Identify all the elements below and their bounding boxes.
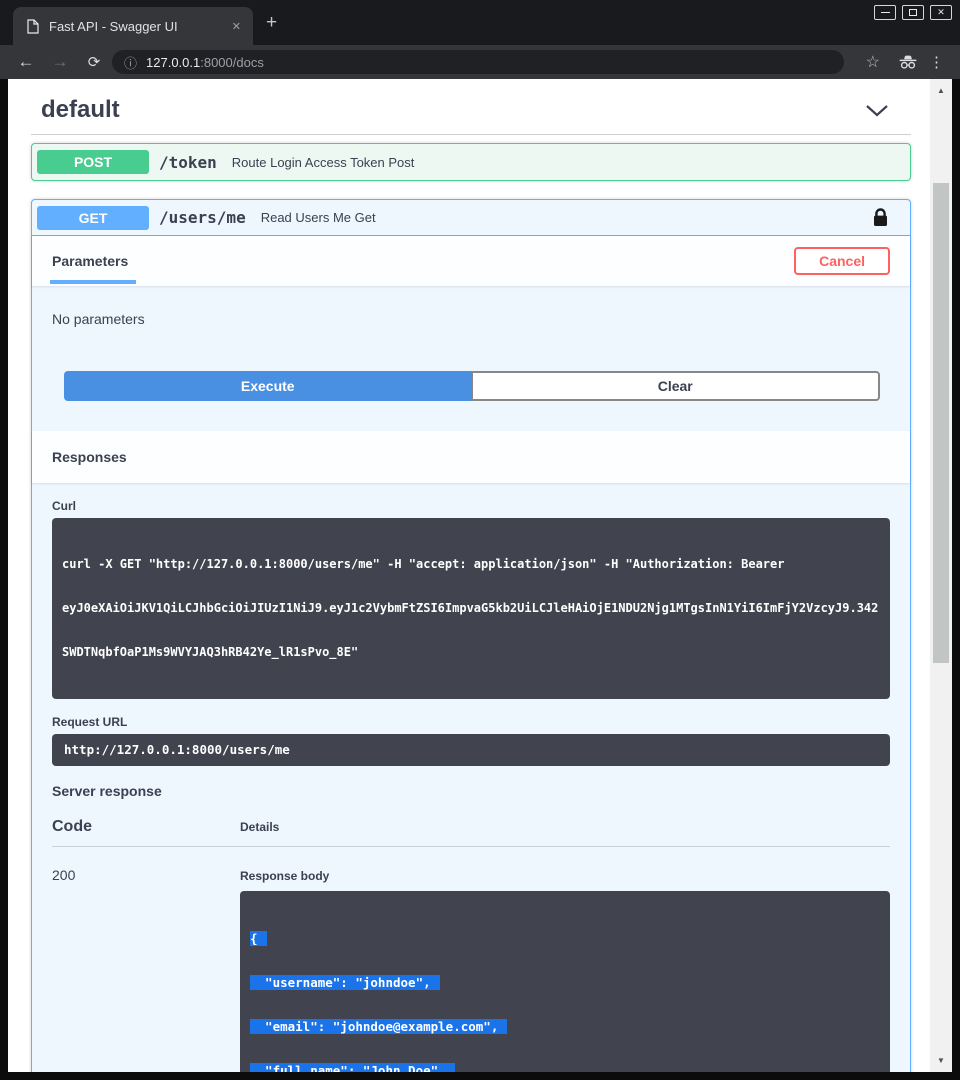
- clear-button[interactable]: Clear: [472, 371, 881, 401]
- incognito-icon: [898, 45, 918, 79]
- site-info-icon[interactable]: ⓘ: [124, 53, 137, 72]
- response-details: Response body { "username": "johndoe", "…: [240, 865, 890, 1072]
- responses-body: Curl curl -X GET "http://127.0.0.1:8000/…: [32, 483, 910, 1072]
- method-badge-post: POST: [37, 150, 149, 174]
- window-controls: ✕: [874, 5, 952, 20]
- chevron-down-icon[interactable]: [865, 104, 889, 117]
- curl-line: curl -X GET "http://127.0.0.1:8000/users…: [62, 557, 880, 572]
- details-column-header: Details: [240, 820, 279, 834]
- opblock-get-users-me: GET /users/me Read Users Me Get Paramete…: [31, 199, 911, 1072]
- request-url-label: Request URL: [52, 715, 890, 729]
- swagger-page: default POST /token Route Login Access T…: [8, 79, 930, 1072]
- page-scrollbar[interactable]: ▲ ▼: [930, 79, 952, 1072]
- section-divider: [31, 134, 911, 135]
- close-icon: ✕: [937, 7, 945, 18]
- live-response-table-header: Code Details: [52, 799, 890, 847]
- request-url-value: http://127.0.0.1:8000/users/me: [52, 734, 890, 767]
- minimize-icon: [881, 12, 890, 13]
- curl-command[interactable]: curl -X GET "http://127.0.0.1:8000/users…: [52, 518, 890, 699]
- endpoint-summary: Read Users Me Get: [261, 210, 376, 225]
- endpoint-summary: Route Login Access Token Post: [232, 155, 415, 170]
- url-path: :8000/docs: [200, 55, 264, 70]
- url-bar[interactable]: ⓘ 127.0.0.1:8000/docs: [112, 50, 844, 74]
- response-body-line: {: [250, 932, 880, 947]
- scroll-down-icon[interactable]: ▼: [930, 1054, 952, 1068]
- tab-title: Fast API - Swagger UI: [49, 19, 228, 34]
- no-parameters-text: No parameters: [32, 286, 910, 327]
- curl-line: eyJ0eXAiOiJKV1QiLCJhbGciOiJIUzI1NiJ9.eyJ…: [62, 601, 880, 616]
- bookmark-star-icon[interactable]: ☆: [866, 45, 880, 79]
- responses-section-header: Responses: [32, 431, 910, 483]
- browser-tab[interactable]: Fast API - Swagger UI ✕: [13, 7, 253, 45]
- tab-parameters[interactable]: Parameters: [52, 253, 128, 269]
- response-body-label: Response body: [240, 869, 890, 883]
- forward-button[interactable]: →: [48, 45, 72, 79]
- code-column-header: Code: [52, 818, 240, 836]
- endpoint-path: /users/me: [159, 208, 246, 227]
- maximize-icon: [909, 9, 917, 16]
- response-body-line: "username": "johndoe",: [250, 976, 880, 991]
- parameters-section-header: Parameters Cancel: [32, 236, 910, 286]
- method-badge-get: GET: [37, 206, 149, 230]
- status-code: 200: [52, 865, 240, 1072]
- auth-lock-button[interactable]: [873, 208, 888, 227]
- response-body[interactable]: { "username": "johndoe", "email": "johnd…: [240, 891, 890, 1072]
- response-body-line: "email": "johndoe@example.com",: [250, 1020, 880, 1035]
- lock-icon: [873, 208, 888, 227]
- close-button[interactable]: ✕: [930, 5, 952, 20]
- browser-toolbar: ← → ⟳ ⓘ 127.0.0.1:8000/docs ☆ ⋮: [0, 45, 960, 79]
- browser-window: Fast API - Swagger UI ✕ + ✕ ← → ⟳ ⓘ 127.…: [0, 0, 960, 1080]
- browser-menu-icon[interactable]: ⋮: [929, 45, 944, 79]
- back-button[interactable]: ←: [14, 45, 38, 79]
- execute-button[interactable]: Execute: [64, 371, 472, 401]
- opblock-post-token: POST /token Route Login Access Token Pos…: [31, 143, 911, 181]
- tag-title: default: [41, 96, 120, 124]
- opblock-summary[interactable]: GET /users/me Read Users Me Get: [32, 200, 910, 236]
- page-icon: [27, 19, 39, 34]
- maximize-button[interactable]: [902, 5, 924, 20]
- execute-wrapper: Execute Clear: [32, 327, 910, 431]
- opblock-summary[interactable]: POST /token Route Login Access Token Pos…: [32, 144, 910, 180]
- scrollbar-thumb[interactable]: [933, 183, 949, 663]
- server-response-label: Server response: [52, 783, 890, 799]
- endpoint-path: /token: [159, 153, 217, 172]
- minimize-button[interactable]: [874, 5, 896, 20]
- tab-strip: Fast API - Swagger UI ✕ + ✕: [0, 0, 960, 45]
- response-body-line: "full_name": "John Doe",: [250, 1064, 880, 1072]
- cancel-button[interactable]: Cancel: [794, 247, 890, 275]
- new-tab-button[interactable]: +: [266, 12, 277, 34]
- url-host: 127.0.0.1: [146, 55, 200, 70]
- tag-section-header[interactable]: default: [41, 96, 911, 124]
- curl-line: SWDTNqbfOaP1Ms9WVYJAQ3hRB42Ye_lR1sPvo_8E…: [62, 645, 880, 660]
- live-response-row: 200 Response body { "username": "johndoe…: [52, 847, 890, 1072]
- scroll-up-icon[interactable]: ▲: [930, 84, 952, 98]
- tab-close-icon[interactable]: ✕: [228, 18, 245, 35]
- page-viewport: default POST /token Route Login Access T…: [8, 79, 952, 1072]
- reload-button[interactable]: ⟳: [82, 45, 106, 79]
- curl-label: Curl: [52, 499, 890, 513]
- responses-title: Responses: [52, 449, 127, 465]
